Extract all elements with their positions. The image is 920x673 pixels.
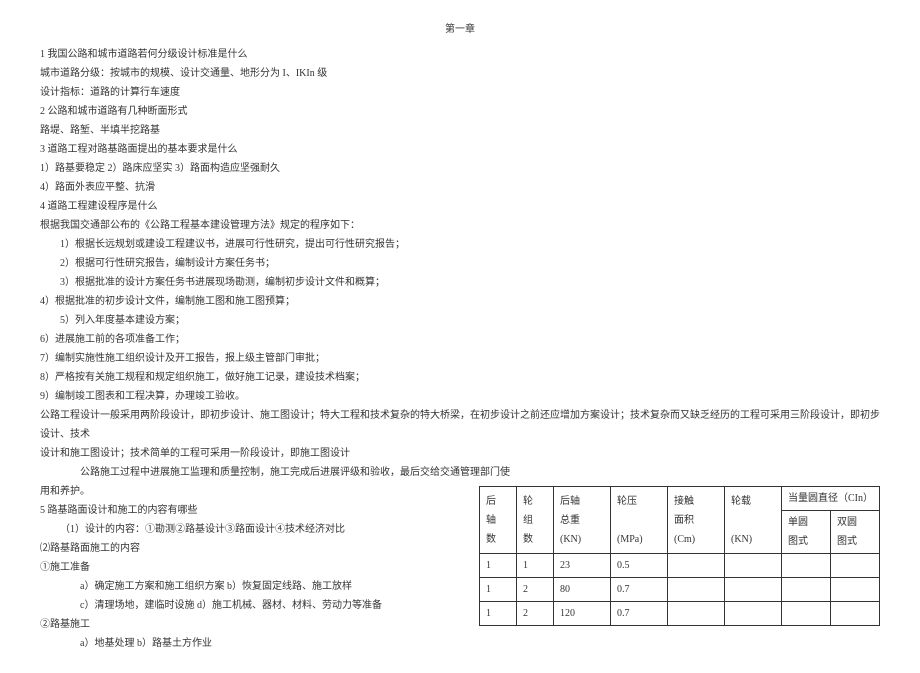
cell xyxy=(668,602,725,626)
cell xyxy=(668,554,725,578)
cell xyxy=(831,554,880,578)
table-row: 1 2 80 0.7 xyxy=(480,578,880,602)
cell: 80 xyxy=(554,578,611,602)
line: 路堤、路堑、半填半挖路基 xyxy=(40,121,880,140)
cell: 单圆图式 xyxy=(782,511,831,554)
page-title: 第一章 xyxy=(40,20,880,39)
line: 7）编制实施性施工组织设计及开工报告，报上级主管部门审批； xyxy=(40,349,880,368)
line: 根据我国交通部公布的《公路工程基本建设管理方法》规定的程序如下： xyxy=(40,216,880,235)
cell: 2 xyxy=(517,602,554,626)
cell xyxy=(782,602,831,626)
line: 3）根据批准的设计方案任务书进展现场勘测，编制初步设计文件和概算； xyxy=(40,273,880,292)
cell: 0.7 xyxy=(611,602,668,626)
line: 1）路基要稳定 2）路床应坚实 3）路面构造应坚强耐久 xyxy=(40,159,880,178)
cell: 轮载(KN) xyxy=(725,487,782,554)
cell: 1 xyxy=(480,578,517,602)
data-table: 后轴数 轮组数 后轴总重(KN) 轮压(MPa) 接触面积(Cm) 轮载(KN)… xyxy=(479,486,880,626)
cell: 0.5 xyxy=(611,554,668,578)
cell: 后轴数 xyxy=(480,487,517,554)
cell: 轮组数 xyxy=(517,487,554,554)
line: 2 公路和城市道路有几种断面形式 xyxy=(40,102,880,121)
table-row: 1 2 120 0.7 xyxy=(480,602,880,626)
cell xyxy=(782,578,831,602)
line: 公路施工过程中进展施工监理和质量控制，施工完成后进展评级和验收，最后交给交通管理… xyxy=(40,463,880,482)
line: 1 我国公路和城市道路若何分级设计标准是什么 xyxy=(40,45,880,64)
line: 4）根据批准的初步设计文件，编制施工图和施工图预算； xyxy=(40,292,880,311)
cell: 轮压(MPa) xyxy=(611,487,668,554)
line: 设计和施工图设计；技术简单的工程可采用一阶段设计，即施工图设计 xyxy=(40,444,880,463)
line: 5）列入年度基本建设方案； xyxy=(40,311,880,330)
cell xyxy=(668,578,725,602)
line: 4）路面外表应平整、抗滑 xyxy=(40,178,880,197)
line: 2）根据可行性研究报告，编制设计方案任务书； xyxy=(40,254,880,273)
line: 4 道路工程建设程序是什么 xyxy=(40,197,880,216)
cell: 2 xyxy=(517,578,554,602)
cell: 双圆图式 xyxy=(831,511,880,554)
line: 8）严格按有关施工规程和规定组织施工，做好施工记录，建设技术档案； xyxy=(40,368,880,387)
line: 设计指标：道路的计算行车速度 xyxy=(40,83,880,102)
cell xyxy=(831,578,880,602)
table-row: 1 1 23 0.5 xyxy=(480,554,880,578)
cell xyxy=(725,578,782,602)
line: 1）根据长远规划或建设工程建议书，进展可行性研究，提出可行性研究报告； xyxy=(40,235,880,254)
cell xyxy=(725,554,782,578)
cell: 120 xyxy=(554,602,611,626)
cell: 0.7 xyxy=(611,578,668,602)
line: a）地基处理 b）路基土方作业 xyxy=(40,634,880,653)
cell xyxy=(782,554,831,578)
line: 9）编制竣工图表和工程决算，办理竣工验收。 xyxy=(40,387,880,406)
cell xyxy=(831,602,880,626)
cell: 23 xyxy=(554,554,611,578)
cell xyxy=(725,602,782,626)
line: 城市道路分级：按城市的规模、设计交通量、地形分为 I、IKIn 级 xyxy=(40,64,880,83)
cell: 后轴总重(KN) xyxy=(554,487,611,554)
cell: 接触面积(Cm) xyxy=(668,487,725,554)
line: 6）进展施工前的各项准备工作； xyxy=(40,330,880,349)
cell: 1 xyxy=(517,554,554,578)
line: 3 道路工程对路基路面提出的基本要求是什么 xyxy=(40,140,880,159)
cell: 当量圆直径（CIn） xyxy=(782,487,880,511)
table-row: 后轴数 轮组数 后轴总重(KN) 轮压(MPa) 接触面积(Cm) 轮载(KN)… xyxy=(480,487,880,511)
cell: 1 xyxy=(480,554,517,578)
cell: 1 xyxy=(480,602,517,626)
line: 公路工程设计一般采用两阶段设计，即初步设计、施工图设计；特大工程和技术复杂的特大… xyxy=(40,406,880,444)
